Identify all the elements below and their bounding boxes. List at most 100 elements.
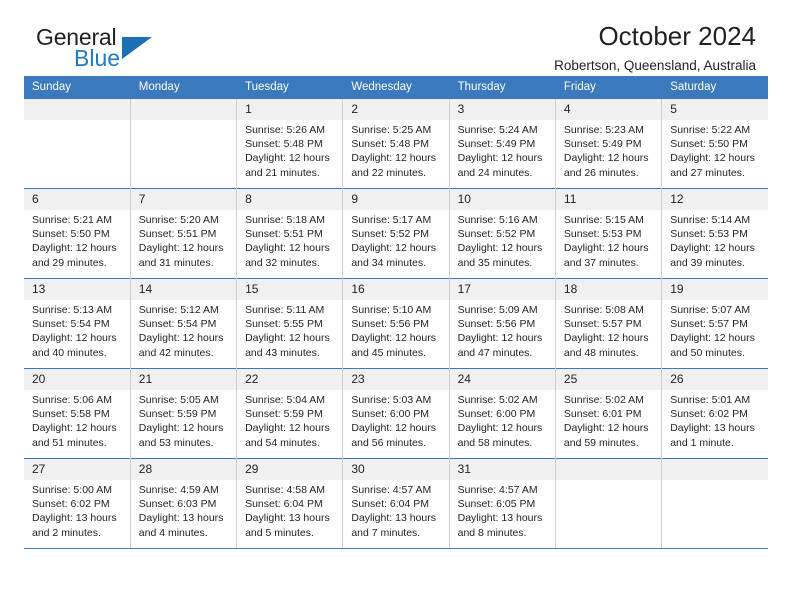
calendar-day-cell[interactable]: 2 Sunrise: 5:25 AM Sunset: 5:48 PM Daylight… [342, 98, 450, 189]
weekday-header-row: Sunday Monday Tuesday Wednesday Thursday… [24, 76, 768, 99]
calendar-day-cell[interactable]: 14 Sunrise: 5:12 AM Sunset: 5:54 PM Dayligh… [130, 278, 238, 369]
calendar-day-cell[interactable]: 25 Sunrise: 5:02 AM Sunset: 6:01 PM Dayligh… [555, 368, 663, 459]
daylight-text-line1: Daylight: 12 hours [138, 422, 224, 435]
daylight-text-line1: Daylight: 12 hours [245, 242, 330, 255]
daylight-text-line2: and 22 minutes. [351, 166, 427, 179]
sunset-text: Sunset: 6:03 PM [138, 498, 217, 511]
daylight-text-line1: Daylight: 12 hours [245, 422, 330, 435]
calendar-day-cell[interactable]: 20 Sunrise: 5:06 AM Sunset: 5:58 PM Dayligh… [24, 368, 131, 459]
day-details: Sunrise: 5:06 AM Sunset: 5:58 PM Daylight:… [24, 390, 130, 450]
calendar-day-cell[interactable]: 8 Sunrise: 5:18 AM Sunset: 5:51 PM Daylight… [236, 188, 344, 279]
sunrise-text: Sunrise: 5:24 AM [457, 124, 538, 136]
sunrise-text: Sunrise: 5:10 AM [351, 304, 432, 316]
sunset-text: Sunset: 5:59 PM [245, 408, 323, 421]
calendar-week-row: 13 Sunrise: 5:13 AM Sunset: 5:54 PM Dayligh… [24, 278, 768, 369]
daylight-text-line2: and 48 minutes. [563, 346, 639, 359]
day-details: Sunrise: 5:13 AM Sunset: 5:54 PM Daylight:… [24, 300, 130, 360]
day-number: 11 [555, 189, 662, 210]
day-details: Sunrise: 5:18 AM Sunset: 5:51 PM Daylight:… [237, 210, 342, 270]
day-number: 22 [237, 369, 343, 390]
sunrise-text: Sunrise: 5:08 AM [563, 304, 644, 316]
calendar-day-cell[interactable]: 29 Sunrise: 4:58 AM Sunset: 6:04 PM Dayligh… [236, 458, 344, 549]
day-number [555, 459, 662, 480]
day-number: 5 [662, 99, 768, 120]
day-number: 12 [662, 189, 768, 210]
calendar-day-cell[interactable]: 21 Sunrise: 5:05 AM Sunset: 5:59 PM Dayligh… [130, 368, 238, 459]
sunrise-text: Sunrise: 5:02 AM [457, 394, 538, 406]
daylight-text-line1: Daylight: 13 hours [245, 512, 330, 525]
daylight-text-line1: Daylight: 12 hours [457, 422, 543, 435]
day-number: 20 [24, 369, 130, 390]
calendar-day-cell[interactable]: 24 Sunrise: 5:02 AM Sunset: 6:00 PM Dayligh… [449, 368, 556, 459]
calendar-day-cell[interactable]: 19 Sunrise: 5:07 AM Sunset: 5:57 PM Dayligh… [661, 278, 768, 369]
day-details: Sunrise: 4:57 AM Sunset: 6:04 PM Daylight:… [343, 480, 448, 540]
daylight-text-line2: and 2 minutes. [32, 526, 101, 539]
weekday-header-wednesday: Wednesday [342, 76, 450, 99]
calendar-day-cell[interactable]: 27 Sunrise: 5:00 AM Sunset: 6:02 PM Dayligh… [24, 458, 131, 549]
calendar-day-cell[interactable]: 18 Sunrise: 5:08 AM Sunset: 5:57 PM Dayligh… [555, 278, 663, 369]
calendar-day-cell[interactable]: 7 Sunrise: 5:20 AM Sunset: 5:51 PM Daylight… [130, 188, 238, 279]
general-blue-logo[interactable]: General Blue [36, 24, 256, 78]
sunset-text: Sunset: 6:01 PM [563, 408, 642, 421]
day-number: 8 [237, 189, 343, 210]
day-details: Sunrise: 5:00 AM Sunset: 6:02 PM Daylight:… [24, 480, 130, 540]
daylight-text-line2: and 24 minutes. [457, 166, 533, 179]
sunrise-text: Sunrise: 5:09 AM [457, 304, 538, 316]
sunset-text: Sunset: 6:00 PM [351, 408, 429, 421]
daylight-text-line2: and 7 minutes. [351, 526, 421, 539]
calendar-day-cell[interactable]: 5 Sunrise: 5:22 AM Sunset: 5:50 PM Daylight… [661, 98, 768, 189]
daylight-text-line2: and 37 minutes. [563, 256, 639, 269]
calendar-day-cell[interactable]: 4 Sunrise: 5:23 AM Sunset: 5:49 PM Daylight… [555, 98, 663, 189]
calendar-day-cell[interactable]: 13 Sunrise: 5:13 AM Sunset: 5:54 PM Dayligh… [24, 278, 131, 369]
daylight-text-line2: and 5 minutes. [245, 526, 314, 539]
sunset-text: Sunset: 5:56 PM [351, 318, 429, 331]
calendar-day-cell[interactable]: 3 Sunrise: 5:24 AM Sunset: 5:49 PM Daylight… [449, 98, 556, 189]
day-number: 3 [449, 99, 555, 120]
calendar-day-cell[interactable]: 1 Sunrise: 5:26 AM Sunset: 5:48 PM Daylight… [236, 98, 344, 189]
day-number: 6 [24, 189, 130, 210]
sunrise-text: Sunrise: 5:21 AM [32, 214, 112, 226]
sunrise-text: Sunrise: 5:03 AM [351, 394, 432, 406]
sunset-text: Sunset: 5:56 PM [457, 318, 536, 331]
sunrise-text: Sunrise: 5:18 AM [245, 214, 326, 226]
day-number: 26 [662, 369, 768, 390]
daylight-text-line1: Daylight: 12 hours [457, 332, 543, 345]
calendar-day-cell[interactable]: 12 Sunrise: 5:14 AM Sunset: 5:53 PM Dayligh… [661, 188, 768, 279]
calendar-day-cell[interactable]: 31 Sunrise: 4:57 AM Sunset: 6:05 PM Dayligh… [449, 458, 556, 549]
daylight-text-line1: Daylight: 12 hours [351, 422, 436, 435]
calendar-day-cell[interactable]: 9 Sunrise: 5:17 AM Sunset: 5:52 PM Daylight… [342, 188, 450, 279]
daylight-text-line1: Daylight: 12 hours [563, 242, 649, 255]
calendar-day-cell[interactable]: 10 Sunrise: 5:16 AM Sunset: 5:52 PM Dayligh… [449, 188, 556, 279]
daylight-text-line2: and 32 minutes. [245, 256, 320, 269]
daylight-text-line1: Daylight: 13 hours [138, 512, 224, 525]
calendar-day-cell[interactable]: 17 Sunrise: 5:09 AM Sunset: 5:56 PM Dayligh… [449, 278, 556, 369]
day-details: Sunrise: 5:07 AM Sunset: 5:57 PM Daylight:… [662, 300, 768, 360]
calendar-day-cell[interactable]: 22 Sunrise: 5:04 AM Sunset: 5:59 PM Dayligh… [236, 368, 344, 459]
day-details: Sunrise: 5:22 AM Sunset: 5:50 PM Daylight:… [662, 120, 768, 180]
sunrise-text: Sunrise: 5:22 AM [670, 124, 751, 136]
day-details: Sunrise: 5:08 AM Sunset: 5:57 PM Daylight:… [556, 300, 661, 360]
calendar-day-cell[interactable]: 23 Sunrise: 5:03 AM Sunset: 6:00 PM Dayligh… [342, 368, 450, 459]
calendar-week-row: 20 Sunrise: 5:06 AM Sunset: 5:58 PM Dayligh… [24, 368, 768, 459]
calendar-day-cell[interactable]: 26 Sunrise: 5:01 AM Sunset: 6:02 PM Dayligh… [661, 368, 768, 459]
daylight-text-line2: and 42 minutes. [138, 346, 214, 359]
sunset-text: Sunset: 5:52 PM [351, 228, 429, 241]
weekday-header-thursday: Thursday [449, 76, 556, 99]
day-details: Sunrise: 5:11 AM Sunset: 5:55 PM Daylight:… [237, 300, 342, 360]
logo-triangle-icon [122, 37, 152, 59]
calendar-day-cell[interactable]: 15 Sunrise: 5:11 AM Sunset: 5:55 PM Dayligh… [236, 278, 344, 369]
calendar-day-cell[interactable]: 30 Sunrise: 4:57 AM Sunset: 6:04 PM Dayligh… [342, 458, 450, 549]
sunset-text: Sunset: 5:51 PM [138, 228, 217, 241]
daylight-text-line2: and 43 minutes. [245, 346, 320, 359]
daylight-text-line2: and 59 minutes. [563, 436, 639, 449]
calendar-day-cell[interactable]: 16 Sunrise: 5:10 AM Sunset: 5:56 PM Dayligh… [342, 278, 450, 369]
day-details: Sunrise: 5:15 AM Sunset: 5:53 PM Daylight:… [556, 210, 661, 270]
day-number [662, 459, 768, 480]
calendar-day-cell[interactable]: 6 Sunrise: 5:21 AM Sunset: 5:50 PM Daylight… [24, 188, 131, 279]
day-number: 30 [343, 459, 449, 480]
daylight-text-line2: and 8 minutes. [457, 526, 527, 539]
daylight-text-line1: Daylight: 12 hours [670, 152, 755, 165]
calendar-day-cell[interactable]: 28 Sunrise: 4:59 AM Sunset: 6:03 PM Dayligh… [130, 458, 238, 549]
logo-text-blue: Blue [74, 45, 121, 71]
calendar-day-cell[interactable]: 11 Sunrise: 5:15 AM Sunset: 5:53 PM Dayligh… [555, 188, 663, 279]
